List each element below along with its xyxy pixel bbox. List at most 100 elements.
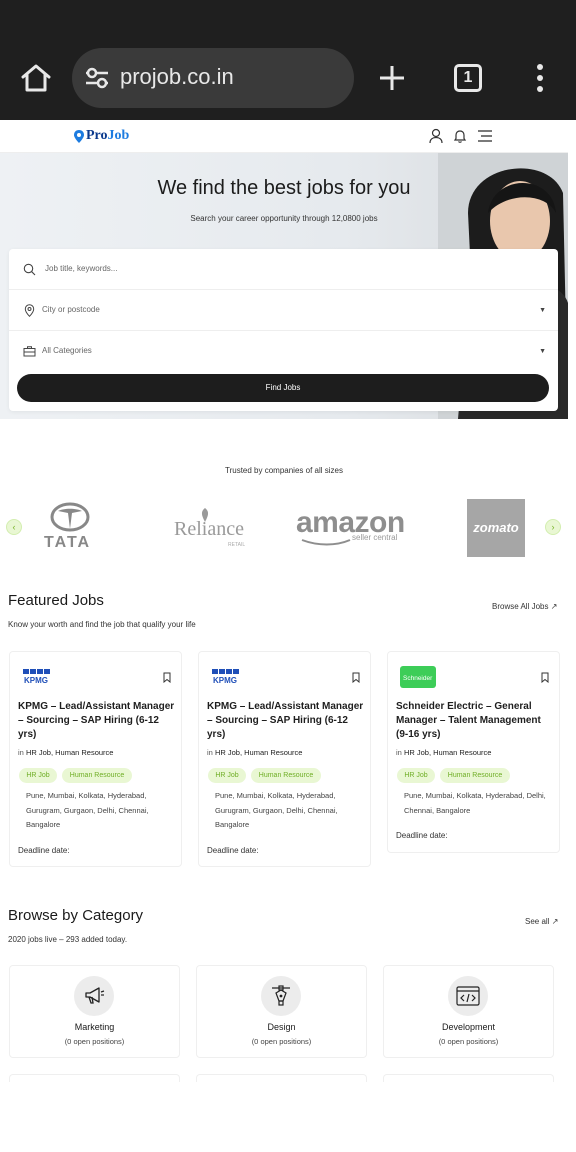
featured-jobs-title: Featured Jobs: [8, 592, 104, 609]
bell-icon[interactable]: [452, 128, 468, 144]
featured-jobs-subtitle: Know your worth and find the job that qu…: [8, 620, 196, 629]
job-location: Pune, Mumbai, Kolkata, Hyderabad, Gurugr…: [26, 791, 149, 829]
job-category: in HR Job, Human Resource: [396, 748, 492, 757]
schneider-logo-icon: Schneider: [400, 666, 436, 688]
arrow-up-right-icon: ↗: [550, 602, 558, 611]
amazon-smile-icon: [301, 539, 351, 546]
search-icon: [23, 263, 36, 276]
projob-logo[interactable]: ProJob: [74, 128, 148, 146]
code-window-icon: [448, 976, 488, 1016]
reliance-logo: Reliance RETAIL: [166, 498, 256, 556]
location-pin-icon: [24, 304, 35, 317]
category-card-peek: [9, 1074, 180, 1082]
category-name: Development: [441, 1022, 496, 1032]
chevron-down-icon: ▼: [539, 348, 546, 355]
category-name: Marketing: [74, 1022, 115, 1032]
location-input[interactable]: City or postcode: [42, 305, 100, 314]
tata-emblem-icon: [50, 502, 90, 532]
category-value[interactable]: All Categories: [42, 346, 92, 355]
logo-pro-text: Pro: [86, 128, 108, 143]
browse-all-jobs-link[interactable]: Browse All Jobs ↗: [492, 602, 557, 611]
tab-switcher-icon[interactable]: 1: [454, 64, 482, 92]
tag-hr-job[interactable]: HR Job: [19, 768, 57, 783]
see-all-link[interactable]: See all ↗: [525, 917, 558, 926]
url-text[interactable]: projob.co.in: [120, 64, 234, 90]
bookmark-icon[interactable]: [352, 672, 360, 683]
bookmark-icon[interactable]: [541, 672, 549, 683]
tag-hr-job[interactable]: HR Job: [397, 768, 435, 783]
zomato-logo: zomato: [467, 499, 525, 557]
brand-carousel: ‹ TATA Reliance RETAIL amazon seller cen…: [0, 498, 568, 560]
category-count: (0 open positions): [64, 1037, 125, 1046]
category-select[interactable]: All Categories ▼: [9, 331, 558, 372]
job-card[interactable]: Schneider Schneider Electric – General M…: [387, 651, 560, 853]
location-pin-logo-icon: [74, 130, 84, 143]
chevron-down-icon: ▼: [539, 307, 546, 314]
tag-human-resource[interactable]: Human Resource: [251, 768, 321, 783]
tag-human-resource[interactable]: Human Resource: [62, 768, 132, 783]
amazon-sub-text: seller central: [352, 533, 398, 542]
job-location: Pune, Mumbai, Kolkata, Hyderabad, Gurugr…: [215, 791, 338, 829]
browse-all-jobs-label[interactable]: Browse All Jobs: [492, 602, 548, 611]
kpmg-logo-text: KPMG: [213, 676, 237, 684]
site-header: ProJob: [0, 120, 568, 153]
design-pen-icon: [261, 976, 301, 1016]
kpmg-logo-text: KPMG: [24, 676, 48, 684]
category-count: (0 open positions): [438, 1037, 499, 1046]
category-card-peek: [383, 1074, 554, 1082]
see-all-label[interactable]: See all: [525, 917, 549, 926]
reliance-sub-text: RETAIL: [228, 542, 246, 548]
browse-category-subtitle: 2020 jobs live – 293 added today.: [8, 935, 128, 944]
job-location: Pune, Mumbai, Kolkata, Hyderabad, Delhi,…: [404, 791, 546, 815]
category-card-peek: [196, 1074, 367, 1082]
keyword-field[interactable]: Job title, keywords...: [9, 249, 558, 290]
logo-job-text: Job: [107, 128, 130, 143]
category-count: (0 open positions): [251, 1037, 312, 1046]
job-card[interactable]: KPMG KPMG – Lead/Assistant Manager – Sou…: [9, 651, 182, 867]
tata-text: TATA: [44, 534, 92, 551]
address-bar[interactable]: projob.co.in: [72, 48, 354, 108]
job-category: in HR Job, Human Resource: [18, 748, 114, 757]
carousel-prev-button[interactable]: ‹: [6, 519, 22, 535]
user-icon[interactable]: [428, 128, 444, 144]
site-settings-icon[interactable]: [84, 66, 110, 90]
reliance-text: Reliance: [174, 518, 244, 540]
new-tab-icon[interactable]: [376, 62, 408, 94]
tata-logo: TATA: [36, 498, 106, 556]
hero-subtitle: Search your career opportunity through 1…: [190, 214, 378, 223]
category-name: Design: [267, 1022, 296, 1032]
category-card-development[interactable]: Development (0 open positions): [383, 965, 554, 1058]
schneider-logo-text: Schneider: [403, 675, 433, 682]
category-card-marketing[interactable]: Marketing (0 open positions): [9, 965, 180, 1058]
kpmg-logo-icon: KPMG: [23, 669, 50, 684]
tag-hr-job[interactable]: HR Job: [208, 768, 246, 783]
job-card[interactable]: KPMG KPMG – Lead/Assistant Manager – Sou…: [198, 651, 371, 867]
megaphone-icon: [74, 976, 114, 1016]
home-icon[interactable]: [18, 60, 54, 96]
browse-category-title: Browse by Category: [8, 907, 144, 924]
keyword-input[interactable]: Job title, keywords...: [45, 264, 117, 273]
kpmg-logo-icon: KPMG: [212, 669, 239, 684]
tag-human-resource[interactable]: Human Resource: [440, 768, 510, 783]
arrow-up-right-icon: ↗: [551, 917, 559, 926]
deadline-label: Deadline date:: [207, 846, 259, 855]
carousel-next-button[interactable]: ›: [545, 519, 561, 535]
job-title[interactable]: KPMG – Lead/Assistant Manager – Sourcing…: [18, 700, 176, 742]
find-jobs-button[interactable]: Find Jobs: [17, 374, 549, 402]
job-title[interactable]: Schneider Electric – General Manager – T…: [396, 700, 554, 742]
location-field[interactable]: City or postcode ▼: [9, 290, 558, 331]
browser-toolbar: projob.co.in 1: [0, 0, 576, 120]
bookmark-icon[interactable]: [163, 672, 171, 683]
hero-title: We find the best jobs for you: [157, 177, 411, 199]
deadline-label: Deadline date:: [396, 831, 448, 840]
amazon-seller-logo: amazon seller central: [292, 498, 416, 556]
category-card-design[interactable]: Design (0 open positions): [196, 965, 367, 1058]
more-menu-icon[interactable]: [530, 63, 550, 93]
job-category: in HR Job, Human Resource: [207, 748, 303, 757]
hamburger-menu-icon[interactable]: [477, 128, 493, 144]
trusted-by-text: Trusted by companies of all sizes: [225, 466, 343, 475]
job-title[interactable]: KPMG – Lead/Assistant Manager – Sourcing…: [207, 700, 365, 742]
hero-banner: We find the best jobs for you Search you…: [0, 153, 568, 419]
zomato-text: zomato: [473, 520, 519, 535]
job-search-form: Job title, keywords... City or postcode …: [9, 249, 558, 411]
